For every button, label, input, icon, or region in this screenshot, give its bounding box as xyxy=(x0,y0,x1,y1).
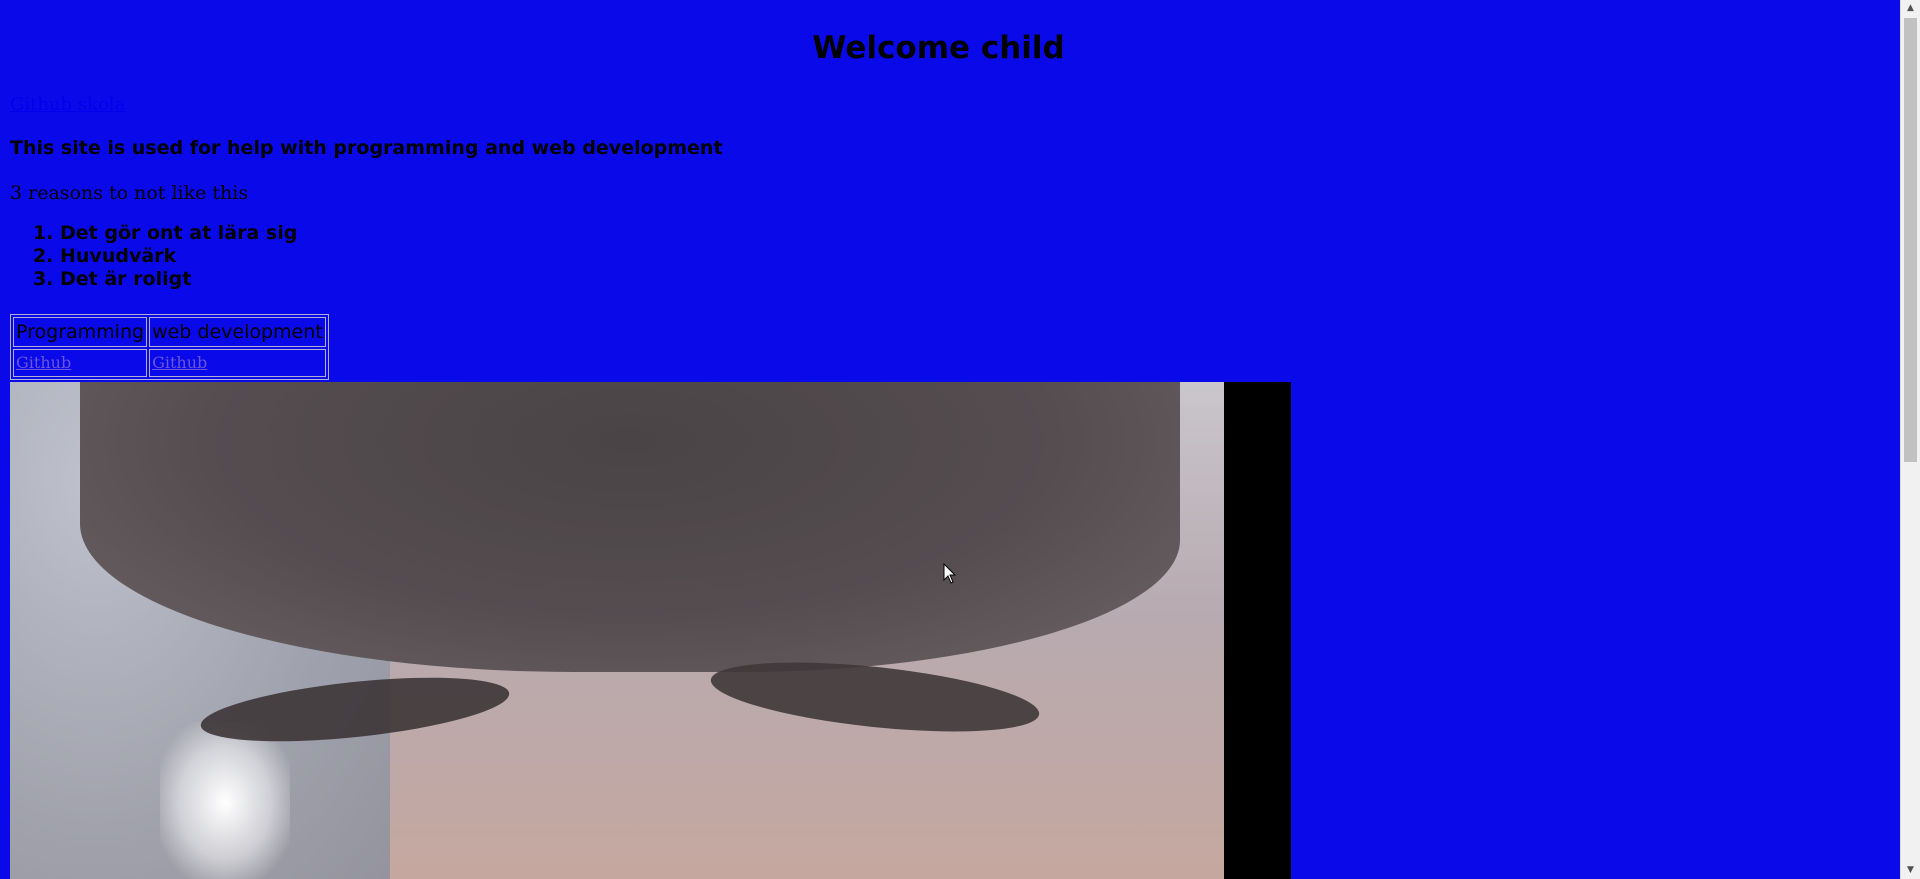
table-row: Github Github xyxy=(13,349,326,377)
programming-github-link[interactable]: Github xyxy=(16,353,71,372)
web-development-github-link[interactable]: Github xyxy=(152,353,207,372)
list-item: Huvudvärk xyxy=(60,245,1890,268)
photo-glare xyxy=(160,722,290,879)
github-skola-link[interactable]: Github skola xyxy=(10,94,125,116)
page-title: Welcome child xyxy=(812,30,1065,66)
vertical-scrollbar[interactable]: ▲ ▼ xyxy=(1900,0,1920,879)
face-photo xyxy=(10,382,1291,879)
table-cell: Github xyxy=(149,349,326,377)
page-subtitle: This site is used for help with programm… xyxy=(10,137,723,159)
reasons-heading: 3 reasons to not like this xyxy=(10,182,249,204)
scrollbar-thumb[interactable] xyxy=(1904,18,1917,462)
table-cell: Github xyxy=(13,349,148,377)
mouse-cursor-icon xyxy=(943,563,957,584)
header-web-development: web development xyxy=(149,317,326,347)
face-photo-image xyxy=(10,382,1224,879)
browser-viewport: Welcome child Github skola This site is … xyxy=(0,0,1900,879)
table-header-row: Programming web development xyxy=(13,317,326,347)
scroll-up-arrow-icon[interactable]: ▲ xyxy=(1901,0,1920,17)
reasons-list: Det gör ont at lära sig Huvudvärk Det är… xyxy=(10,222,1890,291)
list-item: Det gör ont at lära sig xyxy=(60,222,1890,245)
links-table: Programming web development Github Githu… xyxy=(10,314,329,380)
scroll-down-arrow-icon[interactable]: ▼ xyxy=(1901,862,1920,879)
photo-hair xyxy=(80,382,1180,672)
page-content: Welcome child Github skola This site is … xyxy=(0,0,1900,879)
header-programming: Programming xyxy=(13,317,148,347)
list-item: Det är roligt xyxy=(60,268,1890,291)
